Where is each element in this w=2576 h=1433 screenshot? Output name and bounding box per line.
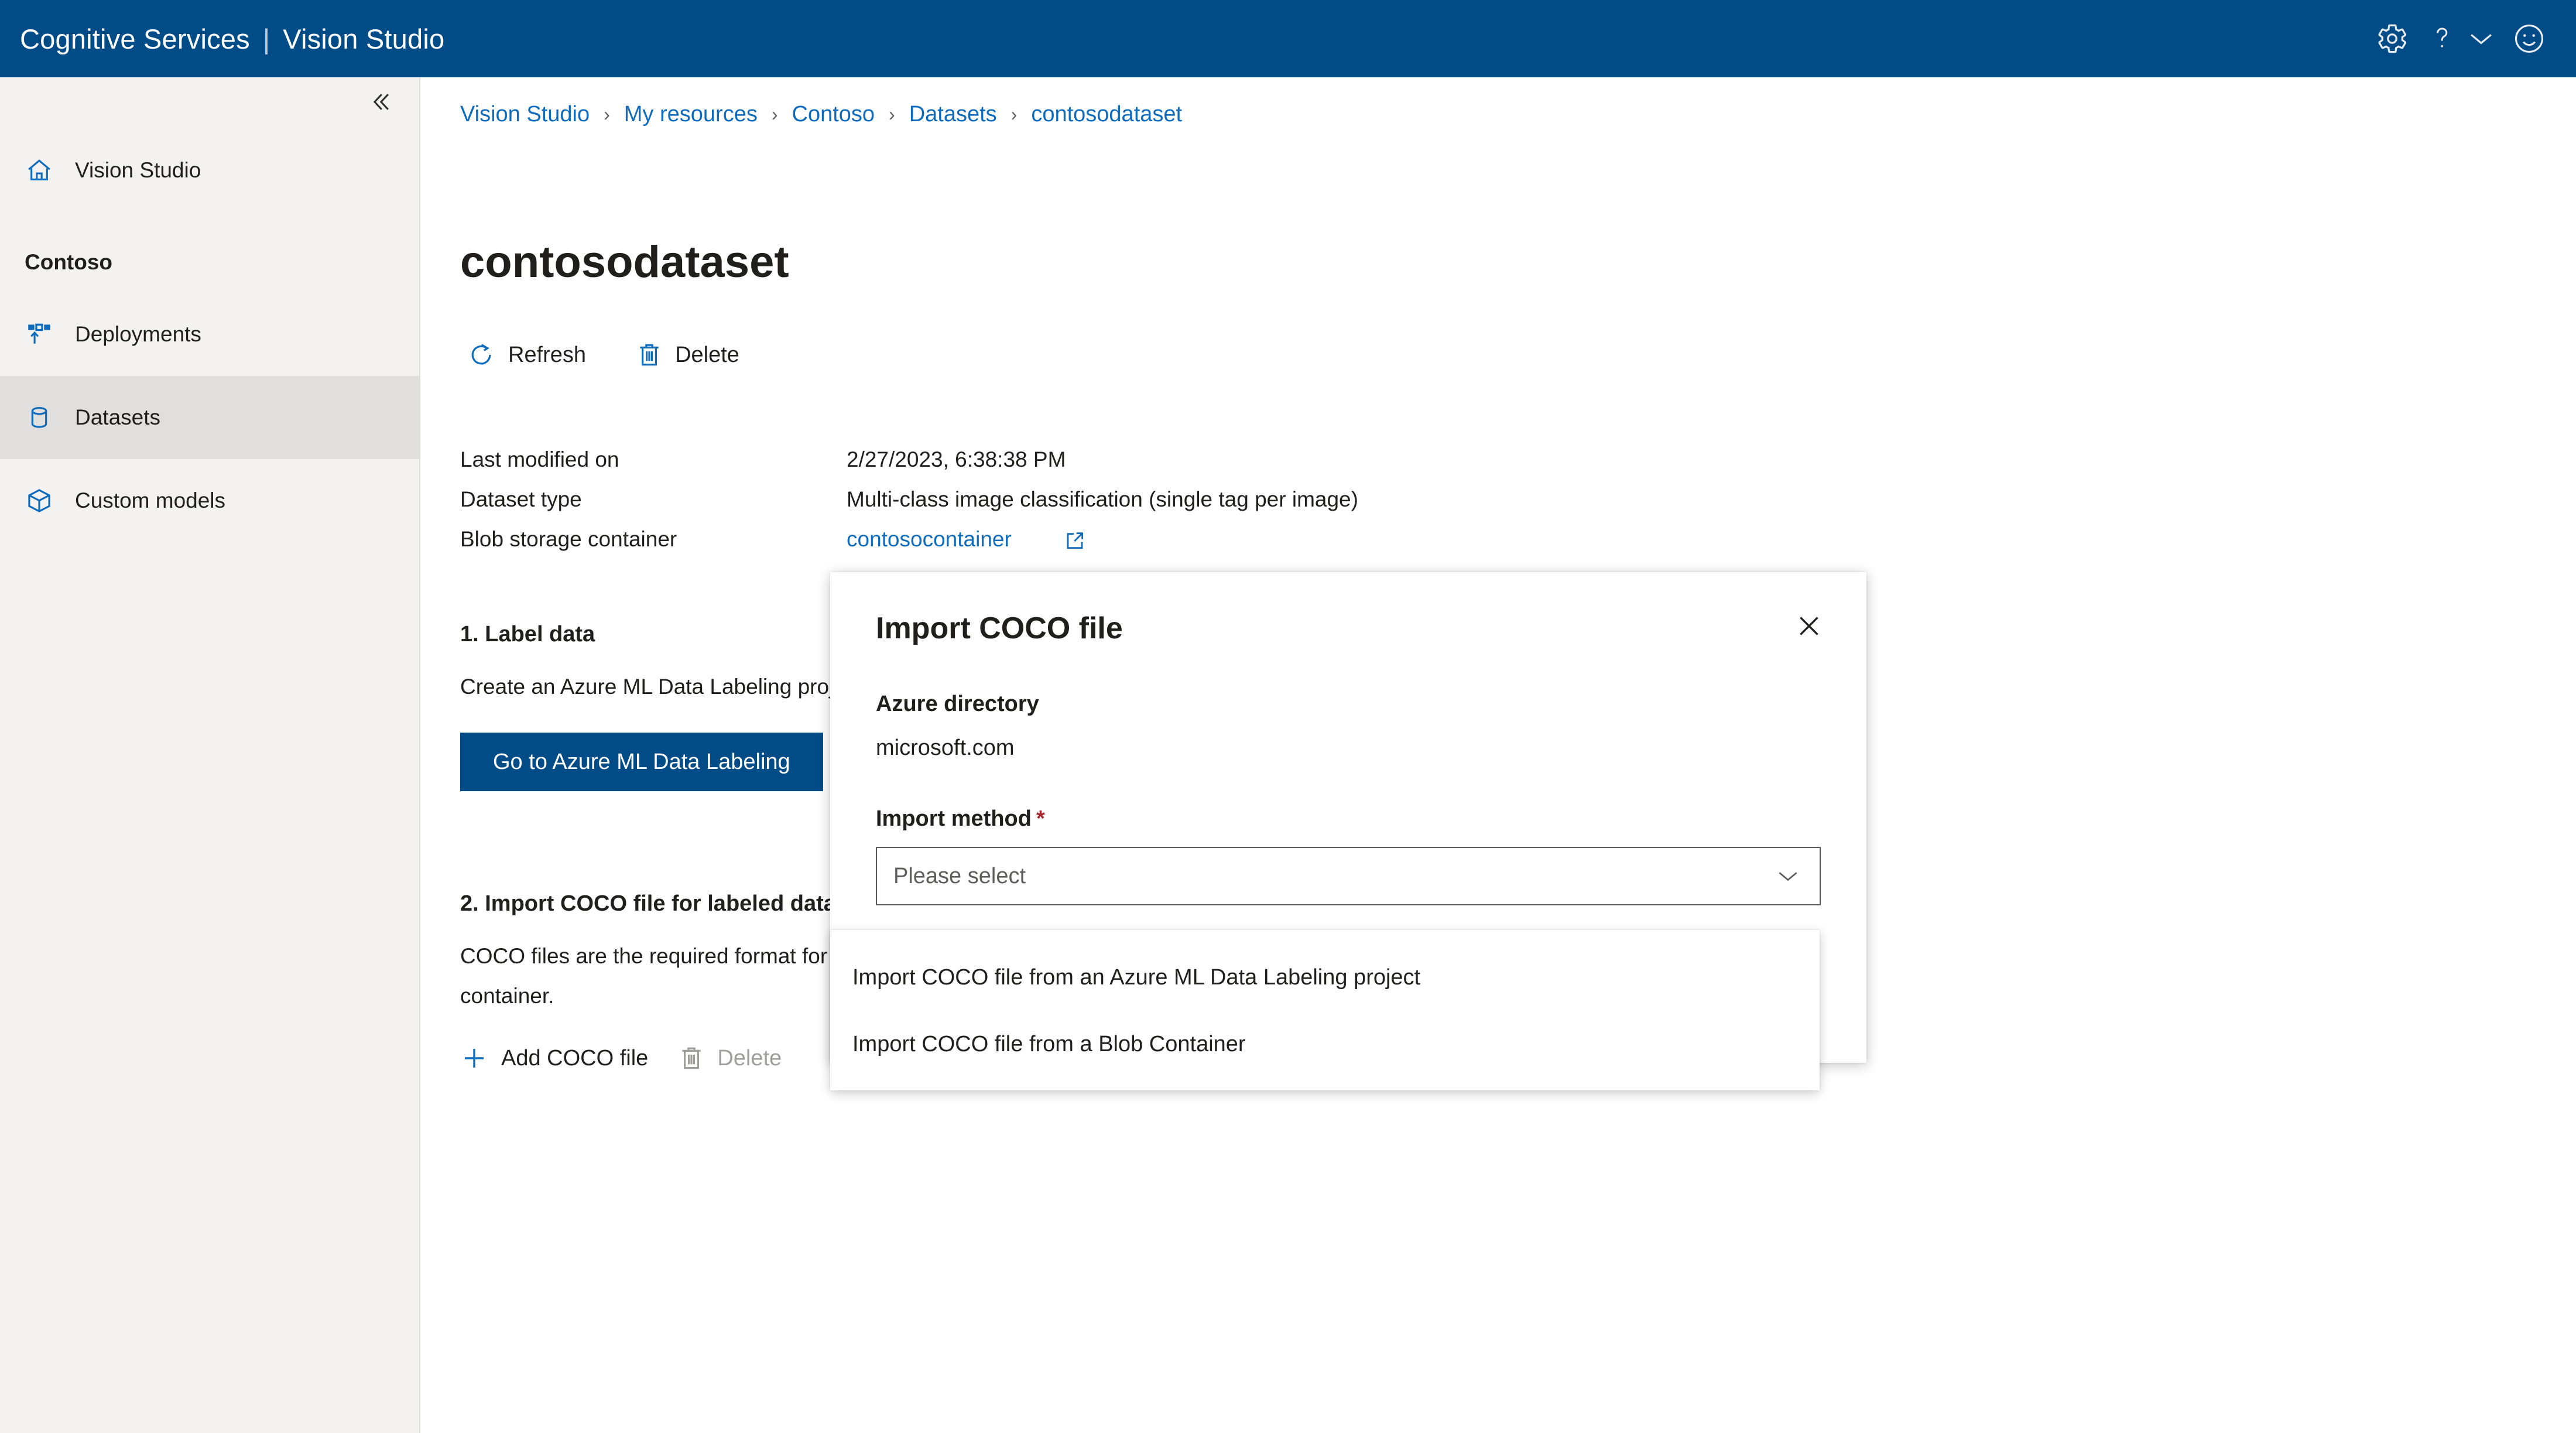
import-method-field: Import method * Please select: [876, 806, 1821, 905]
question-mark-icon: [2428, 22, 2456, 55]
brand-primary: Cognitive Services: [20, 23, 250, 54]
app-header: Cognitive Services | Vision Studio: [0, 0, 2576, 77]
page-title: contosodataset: [460, 237, 789, 287]
delete-coco-file-button[interactable]: Delete: [679, 1044, 782, 1072]
delete-button[interactable]: Delete: [626, 333, 750, 377]
detail-key: Dataset type: [460, 487, 582, 511]
sidebar-item-label: Datasets: [75, 405, 161, 429]
dialog-header: Import COCO file: [830, 572, 1866, 646]
detail-row-blob-container: Blob storage container contosocontainer: [460, 527, 1358, 567]
refresh-icon: [467, 341, 495, 369]
breadcrumb: Vision Studio › My resources › Contoso ›…: [460, 102, 1182, 127]
dropdown-option-blob-container[interactable]: Import COCO file from a Blob Container: [830, 1011, 1820, 1078]
package-box-icon: [23, 485, 55, 517]
sidebar: Vision Studio Contoso Deployments Datase…: [0, 77, 420, 1433]
help-button[interactable]: [2421, 9, 2462, 68]
import-method-select-placeholder: Please select: [893, 863, 1026, 888]
trash-icon: [679, 1044, 704, 1072]
breadcrumb-separator-icon: ›: [604, 104, 610, 125]
double-chevron-left-icon: [368, 89, 393, 118]
chevron-down-icon: [2468, 30, 2495, 47]
dialog-close-button[interactable]: [1784, 603, 1834, 652]
smiley-face-icon: [2512, 22, 2546, 56]
import-method-dropdown-list: Import COCO file from an Azure ML Data L…: [830, 930, 1820, 1090]
detail-value: 2/27/2023, 6:38:38 PM: [847, 447, 1066, 471]
breadcrumb-item-contoso[interactable]: Contoso: [792, 102, 875, 127]
import-method-select[interactable]: Please select: [876, 847, 1821, 905]
brand-secondary: Vision Studio: [283, 23, 445, 54]
breadcrumb-item-contosodataset[interactable]: contosodataset: [1031, 102, 1182, 127]
detail-value-link-wrapper: contosocontainer: [847, 527, 1087, 552]
help-menu-toggle[interactable]: [2462, 9, 2500, 68]
feedback-button[interactable]: [2500, 9, 2558, 68]
deployments-icon: [23, 319, 55, 350]
sidebar-collapse-button[interactable]: [363, 85, 398, 121]
header-actions: [2363, 0, 2558, 77]
breadcrumb-item-my-resources[interactable]: My resources: [624, 102, 758, 127]
sidebar-collapse-row: [0, 77, 419, 129]
dropdown-option-azure-ml-data-labeling[interactable]: Import COCO file from an Azure ML Data L…: [830, 944, 1820, 1011]
close-x-icon: [1794, 611, 1824, 644]
dialog-title: Import COCO file: [876, 611, 1123, 645]
breadcrumb-separator-icon: ›: [1010, 104, 1018, 125]
sidebar-item-vision-studio[interactable]: Vision Studio: [0, 129, 419, 212]
breadcrumb-item-vision-studio[interactable]: Vision Studio: [460, 102, 590, 127]
chevron-down-icon: [1776, 868, 1800, 884]
refresh-button[interactable]: Refresh: [457, 333, 597, 377]
delete-coco-file-label: Delete: [717, 1045, 782, 1071]
sidebar-item-deployments[interactable]: Deployments: [0, 293, 419, 376]
required-marker: *: [1036, 806, 1045, 831]
detail-key: Blob storage container: [460, 527, 677, 551]
sidebar-item-label: Deployments: [75, 322, 201, 346]
app-brand: Cognitive Services | Vision Studio: [20, 23, 444, 55]
database-icon: [23, 402, 55, 433]
detail-row-last-modified: Last modified on 2/27/2023, 6:38:38 PM: [460, 447, 1358, 487]
import-method-label-text: Import method: [876, 806, 1032, 831]
import-method-label: Import method *: [876, 806, 1821, 832]
detail-value: Multi-class image classification (single…: [847, 487, 1358, 511]
detail-key: Last modified on: [460, 447, 619, 471]
breadcrumb-separator-icon: ›: [771, 104, 778, 125]
go-to-azure-ml-data-labeling-button[interactable]: Go to Azure ML Data Labeling: [460, 733, 823, 791]
breadcrumb-separator-icon: ›: [889, 104, 895, 125]
page-toolbar: Refresh Delete: [457, 333, 750, 377]
sidebar-item-label: Custom models: [75, 488, 226, 512]
dialog-body: Azure directory microsoft.com Import met…: [830, 646, 1866, 905]
breadcrumb-item-datasets[interactable]: Datasets: [909, 102, 997, 127]
gear-icon: [2376, 22, 2409, 55]
trash-icon: [636, 341, 662, 369]
refresh-label: Refresh: [508, 342, 587, 367]
brand-separator: |: [262, 23, 270, 54]
home-icon: [23, 155, 55, 186]
sidebar-item-label: Vision Studio: [75, 158, 201, 182]
dataset-details: Last modified on 2/27/2023, 6:38:38 PM D…: [460, 447, 1358, 567]
sidebar-item-custom-models[interactable]: Custom models: [0, 459, 419, 542]
settings-button[interactable]: [2363, 9, 2421, 68]
azure-directory-label: Azure directory: [876, 692, 1039, 716]
add-coco-file-label: Add COCO file: [501, 1045, 649, 1071]
plus-icon: [460, 1044, 488, 1072]
add-coco-file-button[interactable]: Add COCO file: [460, 1044, 648, 1072]
delete-label: Delete: [675, 342, 739, 367]
sidebar-group-label: Contoso: [25, 250, 113, 274]
sidebar-item-datasets[interactable]: Datasets: [0, 376, 419, 459]
azure-directory-value: microsoft.com: [876, 736, 1015, 760]
detail-row-dataset-type: Dataset type Multi-class image classific…: [460, 487, 1358, 527]
blob-container-link[interactable]: contosocontainer: [847, 527, 1012, 551]
external-link-icon[interactable]: [1063, 529, 1087, 552]
